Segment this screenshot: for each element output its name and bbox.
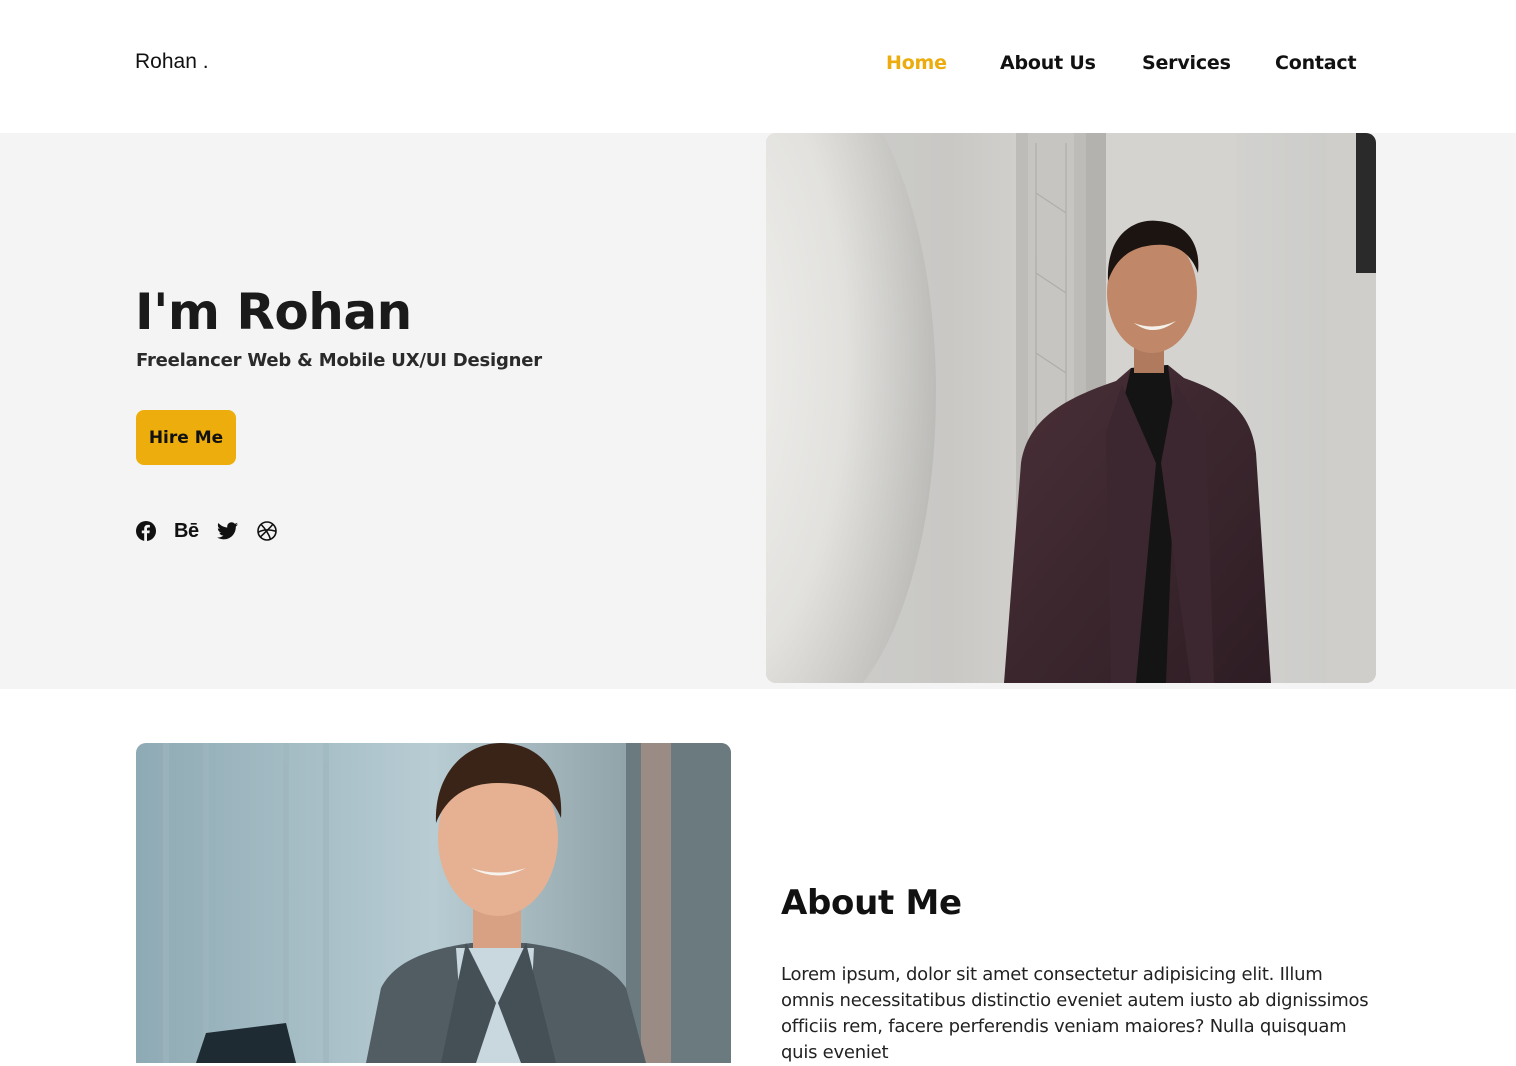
hire-me-button[interactable]: Hire Me <box>136 410 236 465</box>
hero-subtitle: Freelancer Web & Mobile UX/UI Designer <box>136 350 542 371</box>
hero-title: I'm Rohan <box>135 283 412 341</box>
top-navbar: Rohan . Home About Us Services Contact <box>0 0 1516 133</box>
about-paragraph: Lorem ipsum, dolor sit amet consectetur … <box>781 964 1369 1063</box>
about-title: About Me <box>781 883 962 923</box>
hero-section: I'm Rohan Freelancer Web & Mobile UX/UI … <box>0 133 1516 689</box>
nav-link-contact[interactable]: Contact <box>1275 52 1357 74</box>
nav-link-about-us[interactable]: About Us <box>1000 52 1096 74</box>
nav-link-services[interactable]: Services <box>1142 52 1231 74</box>
site-logo[interactable]: Rohan . <box>135 50 209 74</box>
facebook-icon[interactable] <box>136 519 156 543</box>
behance-icon[interactable]: Bē <box>174 519 199 543</box>
nav-link-home[interactable]: Home <box>886 52 947 74</box>
dribbble-icon[interactable] <box>257 519 277 543</box>
hero-portrait-image <box>766 133 1376 683</box>
about-portrait-image <box>136 743 731 1063</box>
twitter-icon[interactable] <box>217 519 238 543</box>
